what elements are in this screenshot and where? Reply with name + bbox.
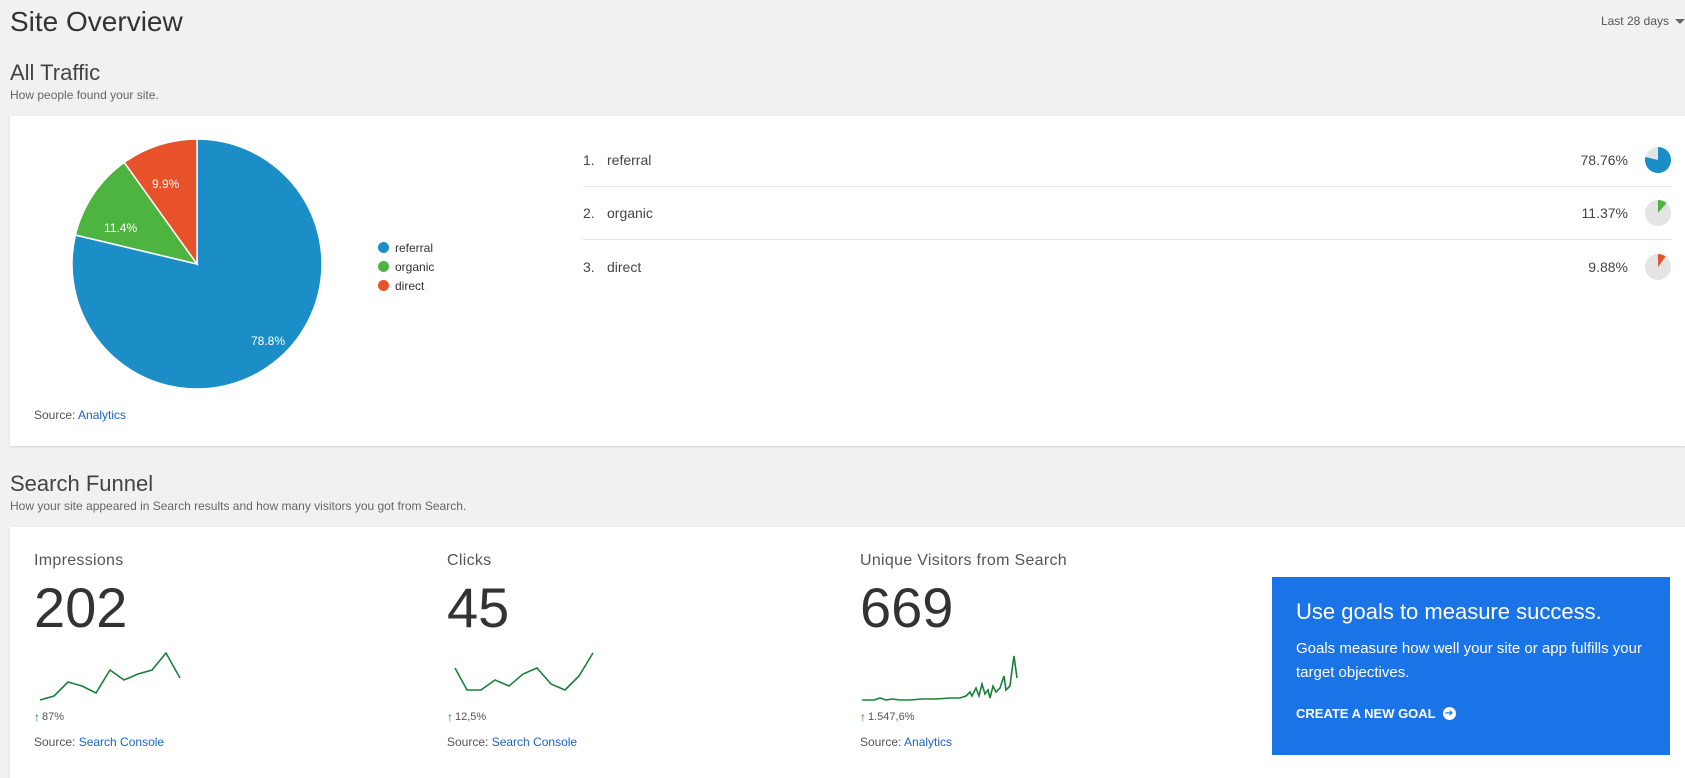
metric-clicks[interactable]: Clicks 45 ↑ 12,5% Source: Search Console [447,552,807,749]
metric-source: Source: Analytics [860,735,1220,749]
visitors-sparkline [862,655,1018,701]
list-item[interactable]: 2. organic 11.37% [583,187,1672,240]
funnel-subtitle: How your site appeared in Search results… [10,499,467,513]
mini-pie-icon [1645,147,1671,173]
legend-label: referral [395,240,434,255]
create-goal-button[interactable]: CREATE A NEW GOAL ➔ [1296,706,1646,721]
legend-label: organic [395,259,435,274]
arrow-up-icon: ↑ [860,710,866,724]
pie-svg [71,138,323,390]
legend-dot [378,242,389,253]
legend-item-direct[interactable]: direct [378,276,434,295]
traffic-subtitle: How people found your site. [10,88,159,102]
metric-source: Source: Search Console [34,735,394,749]
goal-promo-card: Use goals to measure success. Goals meas… [1272,577,1670,755]
metric-value: 45 [447,576,510,639]
funnel-title: Search Funnel [10,471,154,496]
analytics-link[interactable]: Analytics [78,408,126,422]
funnel-card: Impressions 202 ↑ 87% Source: Search Con… [10,527,1685,778]
pie-label-referral: 78.8% [251,334,286,348]
pie-label-direct: 9.9% [152,177,180,191]
impressions-sparkline [39,651,181,701]
pie-legend: referral organic direct [378,238,434,295]
list-item[interactable]: 3. direct 9.88% [583,240,1672,293]
metric-change: ↑ 87% [34,710,394,724]
source-prefix: Source: [447,735,489,749]
metric-source: Source: Search Console [447,735,807,749]
rank-percent: 78.76% [1580,152,1628,168]
rank-number: 2. [583,205,595,221]
traffic-title: All Traffic [10,60,101,85]
search-console-link[interactable]: Search Console [79,735,164,749]
chevron-down-icon [1675,18,1685,24]
rank-name: direct [607,258,642,275]
goal-text: Goals measure how well your site or app … [1296,640,1642,681]
source-prefix: Source: [34,735,76,749]
traffic-card: 78.8% 11.4% 9.9% referral organic direct… [10,116,1685,446]
change-value: 87% [42,711,65,723]
metric-impressions[interactable]: Impressions 202 ↑ 87% Source: Search Con… [34,552,394,749]
source-prefix: Source: [34,408,76,422]
source-prefix: Source: [860,735,902,749]
rank-percent: 9.88% [1588,258,1628,275]
rank-name: organic [607,205,653,221]
sparkline-path [454,652,594,691]
metric-change: ↑ 12,5% [447,710,807,724]
change-value: 12,5% [455,711,487,723]
create-goal-label: CREATE A NEW GOAL [1296,706,1436,721]
rank-number: 1. [583,152,595,168]
search-console-link[interactable]: Search Console [492,735,577,749]
metric-label: Unique Visitors from Search [860,552,1067,569]
date-range-dropdown[interactable]: Last 28 days [1601,14,1685,28]
metric-change: ↑ 1.547,6% [860,710,1220,724]
mini-pie-icon [1645,200,1671,226]
legend-label: direct [395,278,425,293]
pie-label-organic: 11.4% [104,221,138,235]
traffic-ranked-list: 1. referral 78.76% 2. organic 11.37% 3. … [583,134,1672,293]
sparkline-path [39,651,181,701]
arrow-right-circle-icon: ➔ [1442,707,1456,720]
clicks-sparkline [454,652,594,691]
rank-name: referral [607,152,652,168]
date-range-label: Last 28 days [1600,14,1669,28]
goal-title: Use goals to measure success. [1296,599,1602,624]
legend-dot [378,280,389,291]
traffic-source: Source: Analytics [34,408,126,422]
mini-pie-icon [1645,253,1671,280]
legend-item-referral[interactable]: referral [378,238,434,257]
legend-dot [378,261,389,272]
arrow-up-icon: ↑ [447,710,453,724]
rank-percent: 11.37% [1581,205,1628,221]
analytics-link[interactable]: Analytics [904,735,952,749]
sparkline-path [862,655,1018,701]
metric-label: Clicks [447,552,492,569]
page-title: Site Overview [10,6,183,37]
list-item[interactable]: 1. referral 78.76% [583,134,1672,187]
rank-number: 3. [583,258,595,275]
metric-label: Impressions [34,552,124,569]
metric-unique-visitors[interactable]: Unique Visitors from Search 669 ↑ 1.547,… [860,552,1220,749]
change-value: 1.547,6% [868,711,915,723]
traffic-pie-chart: 78.8% 11.4% 9.9% [71,138,323,390]
arrow-up-icon: ↑ [34,710,40,724]
metric-value: 669 [860,576,954,639]
legend-item-organic[interactable]: organic [378,257,434,276]
metric-value: 202 [34,576,128,639]
